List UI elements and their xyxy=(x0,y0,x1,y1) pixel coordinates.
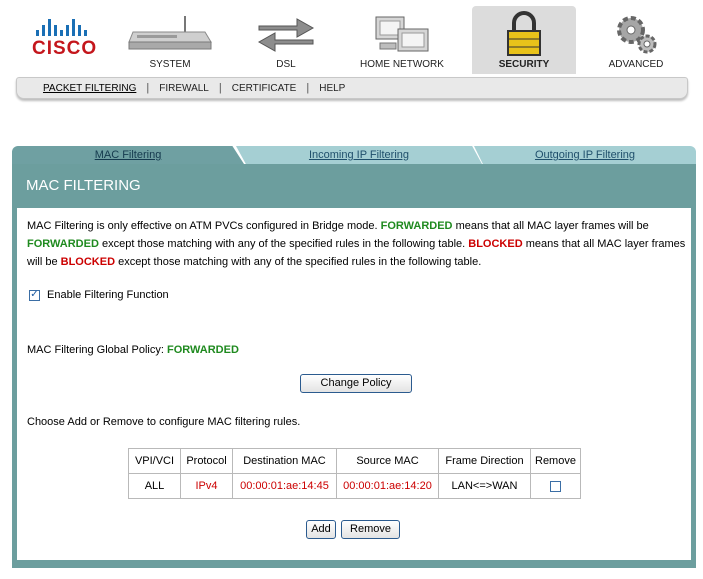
cisco-logo-text: CISCO xyxy=(32,38,98,59)
subnav-certificate[interactable]: CERTIFICATE xyxy=(222,83,307,94)
mac-filtering-panel: MAC FILTERING MAC Filtering is only effe… xyxy=(12,164,696,568)
cell-destination-mac: 00:00:01:ae:14:45 xyxy=(232,473,337,499)
tab-outgoing-ip-filtering[interactable]: Outgoing IP Filtering xyxy=(474,146,696,164)
global-policy: MAC Filtering Global Policy: FORWARDED xyxy=(27,344,239,356)
cell-frame-direction: LAN<=>WAN xyxy=(438,473,531,499)
enable-filtering-row: ✓ Enable Filtering Function xyxy=(29,289,169,301)
nav-dsl-label: DSL xyxy=(276,59,296,70)
cisco-logo: CISCO xyxy=(32,18,102,59)
nav-home-network-label: HOME NETWORK xyxy=(360,59,444,70)
col-frame-direction: Frame Direction xyxy=(438,448,531,474)
mac-filtering-description: MAC Filtering is only effective on ATM P… xyxy=(27,217,687,271)
table-row: ALL IPv4 00:00:01:ae:14:45 00:00:01:ae:1… xyxy=(128,473,581,499)
padlock-icon xyxy=(472,11,576,56)
nav-system-label: SYSTEM xyxy=(149,59,191,70)
col-vpi-vci: VPI/VCI xyxy=(128,448,181,474)
remove-rule-checkbox[interactable] xyxy=(549,480,561,492)
nav-security-label: SECURITY xyxy=(498,59,550,70)
subnav-packet-filtering[interactable]: PACKET FILTERING xyxy=(43,83,146,94)
col-source-mac: Source MAC xyxy=(336,448,439,474)
cell-source-mac: 00:00:01:ae:14:20 xyxy=(336,473,439,499)
arrows-exchange-icon xyxy=(234,12,338,56)
nav-home-network[interactable]: HOME NETWORK xyxy=(350,6,454,74)
col-remove: Remove xyxy=(530,448,581,474)
add-rule-button[interactable]: Add xyxy=(306,520,336,539)
nav-system[interactable]: SYSTEM xyxy=(118,6,222,74)
gears-icon xyxy=(584,12,688,56)
main-nav: SYSTEM DSL HOME NETWORK SECURITY ADVANCE… xyxy=(118,6,688,74)
change-policy-button[interactable]: Change Policy xyxy=(300,374,412,393)
filter-tabs: MAC Filtering Incoming IP Filtering Outg… xyxy=(12,146,696,164)
global-policy-value: FORWARDED xyxy=(167,344,239,356)
tab-mac-filtering[interactable]: MAC Filtering xyxy=(12,146,244,164)
col-protocol: Protocol xyxy=(180,448,233,474)
desc-text: MAC Filtering is only effective on ATM P… xyxy=(27,220,381,232)
cell-remove xyxy=(530,473,581,499)
panel-body: MAC Filtering is only effective on ATM P… xyxy=(17,208,691,560)
cell-protocol: IPv4 xyxy=(180,473,233,499)
desc-blocked-keyword: BLOCKED xyxy=(468,238,523,250)
modem-icon xyxy=(118,12,222,56)
col-destination-mac: Destination MAC xyxy=(232,448,337,474)
enable-filtering-label: Enable Filtering Function xyxy=(47,289,169,301)
enable-filtering-checkbox[interactable]: ✓ xyxy=(29,289,40,301)
remove-rule-button[interactable]: Remove xyxy=(341,520,400,539)
sub-nav: PACKET FILTERING | FIREWALL | CERTIFICAT… xyxy=(16,77,688,99)
tab-incoming-ip-filtering[interactable]: Incoming IP Filtering xyxy=(236,146,482,164)
desc-text: except those matching with any of the sp… xyxy=(115,256,482,268)
nav-dsl[interactable]: DSL xyxy=(234,6,338,74)
computers-icon xyxy=(350,12,454,56)
cell-vpi-vci: ALL xyxy=(128,473,181,499)
desc-forwarded-keyword: FORWARDED xyxy=(27,238,99,250)
rules-instructions: Choose Add or Remove to configure MAC fi… xyxy=(27,416,301,428)
nav-security[interactable]: SECURITY xyxy=(472,6,576,74)
panel-title: MAC FILTERING xyxy=(26,177,141,194)
desc-text: except those matching with any of the sp… xyxy=(98,238,469,250)
cisco-logo-bars xyxy=(36,18,102,36)
desc-forwarded-keyword: FORWARDED xyxy=(380,220,453,232)
nav-advanced-label: ADVANCED xyxy=(608,59,664,70)
desc-text: means that all MAC layer frames will be xyxy=(452,220,649,232)
desc-blocked-keyword: BLOCKED xyxy=(60,256,116,268)
mac-rules-table: VPI/VCI Protocol Destination MAC Source … xyxy=(128,448,581,499)
subnav-firewall[interactable]: FIREWALL xyxy=(149,83,219,94)
table-header-row: VPI/VCI Protocol Destination MAC Source … xyxy=(128,448,581,474)
subnav-help[interactable]: HELP xyxy=(309,83,355,94)
global-policy-label: MAC Filtering Global Policy: xyxy=(27,344,167,356)
nav-advanced[interactable]: ADVANCED xyxy=(584,6,688,74)
